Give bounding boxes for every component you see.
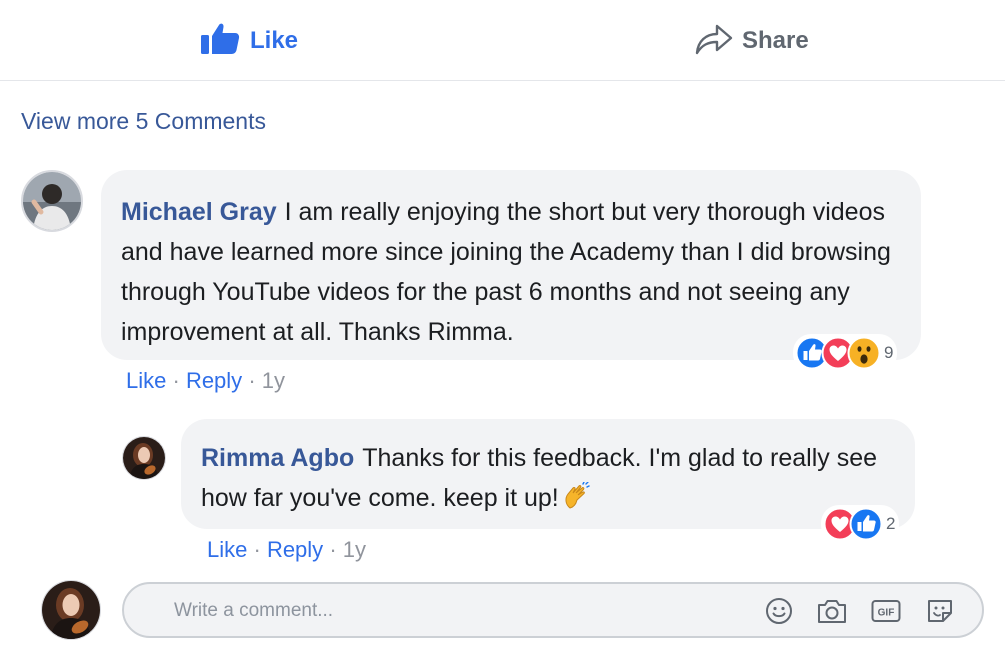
write-comment-input[interactable] xyxy=(172,594,736,628)
like-reaction-icon xyxy=(849,507,883,541)
comment-reply-link[interactable]: Reply xyxy=(186,368,242,393)
sticker-icon[interactable] xyxy=(924,596,956,631)
comment-bubble: Michael Gray I am really enjoying the sho… xyxy=(101,170,921,360)
avatar-rimma-agbo[interactable] xyxy=(122,436,166,480)
meta-separator: · xyxy=(329,537,337,562)
share-label: Share xyxy=(742,27,809,54)
comment-composer: GIF xyxy=(122,582,984,638)
comment-like-link[interactable]: Like xyxy=(207,537,247,562)
avatar-michael-gray[interactable] xyxy=(21,170,83,232)
meta-separator: · xyxy=(253,537,261,562)
view-more-comments-link[interactable]: View more 5 Comments xyxy=(21,108,266,135)
comment-author-name[interactable]: Michael Gray xyxy=(121,198,277,226)
camera-icon[interactable] xyxy=(816,596,848,631)
comment-timestamp: 1y xyxy=(342,537,367,562)
like-button[interactable]: Like xyxy=(200,22,298,60)
share-button[interactable]: Share xyxy=(694,22,809,60)
reply-bubble: Rimma Agbo Thanks for this feedback. I'm … xyxy=(181,419,915,529)
reaction-summary[interactable]: 2 xyxy=(821,505,900,543)
current-user-avatar xyxy=(41,580,101,640)
meta-separator: · xyxy=(248,368,256,393)
clapping-hands-icon xyxy=(561,481,591,524)
wow-reaction-icon xyxy=(847,336,881,370)
share-arrow-icon xyxy=(694,20,734,63)
reaction-count: 2 xyxy=(886,514,896,533)
reaction-count: 9 xyxy=(884,343,894,362)
gif-icon[interactable]: GIF xyxy=(870,596,902,631)
svg-text:GIF: GIF xyxy=(878,608,895,619)
comment-like-link[interactable]: Like xyxy=(126,368,166,393)
comment-author-name[interactable]: Rimma Agbo xyxy=(201,444,354,472)
comment-timestamp: 1y xyxy=(261,368,286,393)
emoji-icon[interactable] xyxy=(764,596,794,631)
comment-reply-link[interactable]: Reply xyxy=(267,537,323,562)
thumbs-up-icon xyxy=(200,21,242,62)
post-actions-bar: Like Share xyxy=(0,0,1005,81)
like-label: Like xyxy=(250,27,299,54)
comment-meta: Like · Reply · 1y xyxy=(207,537,366,563)
comment-meta: Like · Reply · 1y xyxy=(126,368,285,394)
meta-separator: · xyxy=(172,368,180,393)
reaction-summary[interactable]: 9 xyxy=(793,334,898,372)
